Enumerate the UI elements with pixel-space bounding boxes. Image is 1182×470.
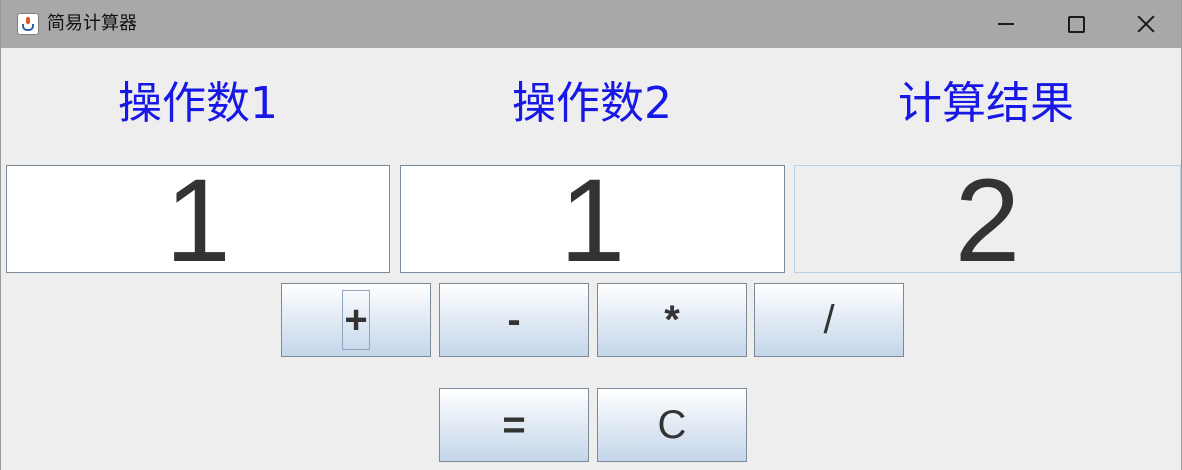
operand1-value: 1 [165,165,231,273]
minimize-icon [998,23,1014,25]
maximize-button[interactable] [1041,0,1111,48]
divide-button[interactable]: / [754,283,904,357]
operand1-field[interactable]: 1 [6,165,390,273]
title-bar[interactable]: 简易计算器 [1,0,1181,48]
maximize-icon [1067,15,1085,33]
subtract-button[interactable]: - [439,283,589,357]
add-button[interactable]: + [281,283,431,357]
java-app-icon [17,13,39,35]
close-button[interactable] [1111,0,1181,48]
app-icon-steam [26,17,30,24]
result-field: 2 [794,165,1181,273]
clear-button[interactable]: C [597,388,747,462]
close-icon [1137,15,1155,33]
operand1-label: 操作数1 [118,78,278,129]
add-button-label: + [342,290,370,350]
result-label: 计算结果 [898,78,1074,129]
window-title: 简易计算器 [47,13,137,34]
minimize-button[interactable] [971,0,1041,48]
calculator-window: 简易计算器 操作数1 操作数2 计算结果 1 1 2 + - * / = C [0,0,1182,470]
equals-button[interactable]: = [439,388,589,462]
operand2-label: 操作数2 [512,78,672,129]
app-icon-cup [22,24,34,31]
operand2-value: 1 [559,165,626,273]
operand2-field[interactable]: 1 [400,165,785,273]
result-value: 2 [954,165,1021,273]
multiply-button[interactable]: * [597,283,747,357]
